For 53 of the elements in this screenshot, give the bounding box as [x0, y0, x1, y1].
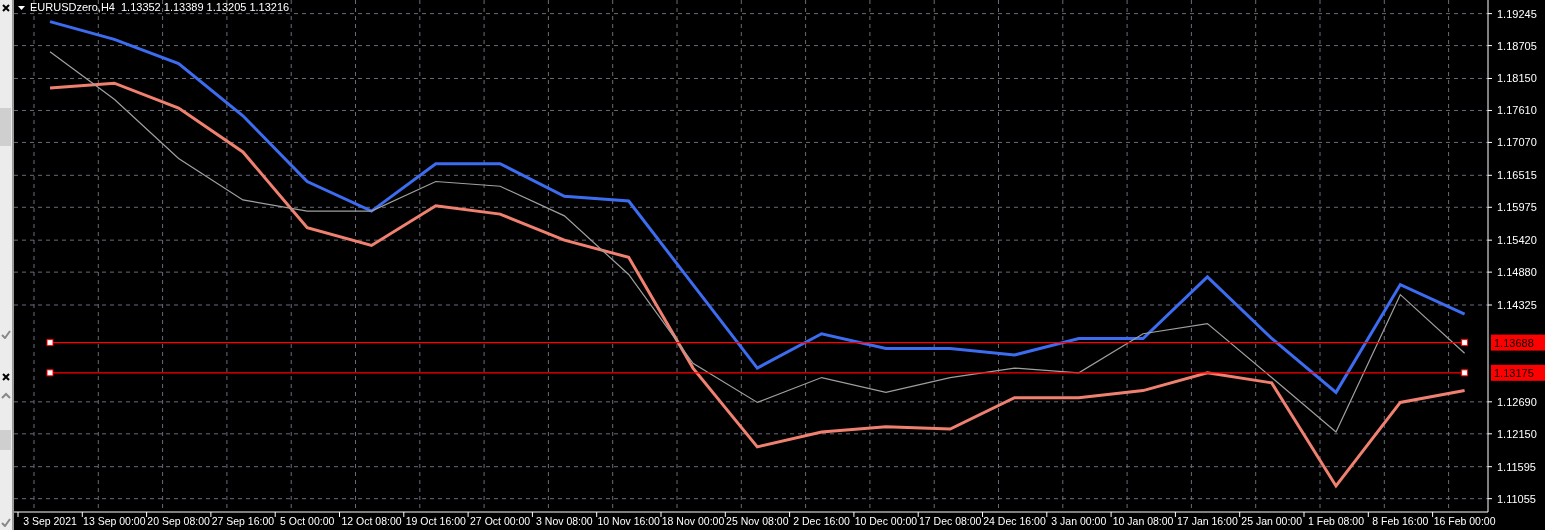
axis-label: 3 Nov 08:00 — [536, 515, 593, 527]
caret-up-icon[interactable] — [1, 392, 11, 399]
axis-label: 13 Sep 00:00 — [83, 515, 146, 527]
axis-label: 1.18150 — [1497, 72, 1537, 85]
axis-label: 25 Jan 00:00 — [1241, 515, 1303, 527]
axis-label: 1.14880 — [1497, 266, 1537, 279]
axis-label: 1.12690 — [1497, 395, 1537, 408]
axis-label: 27 Oct 00:00 — [470, 515, 531, 527]
axis-label: 1 Feb 08:00 — [1308, 515, 1364, 527]
axis-label: 19 Oct 16:00 — [405, 515, 466, 527]
axis-label: 5 Oct 00:00 — [280, 515, 335, 527]
line-handle[interactable] — [1461, 339, 1469, 347]
close-icon[interactable] — [1, 3, 11, 13]
price-tag: 1.13175 — [1491, 364, 1545, 381]
axis-label: 1.19245 — [1497, 7, 1537, 20]
axis-label: 1.11595 — [1497, 460, 1536, 473]
axis-label: 10 Jan 08:00 — [1112, 515, 1174, 527]
line-handle[interactable] — [46, 339, 54, 347]
axis-label: 1.15975 — [1497, 201, 1537, 214]
axis-label: 1.14325 — [1497, 299, 1537, 311]
axis-label: 16 Feb 00:00 — [1433, 515, 1496, 527]
axis-label: 2 Dec 16:00 — [793, 515, 850, 527]
axis-label: 25 Nov 08:00 — [726, 515, 789, 527]
axis-label: 1.18705 — [1497, 39, 1537, 52]
chart-title: EURUSDzero,H4 — [30, 1, 115, 13]
axis-label: 20 Sep 08:00 — [147, 515, 210, 527]
line-handle[interactable] — [46, 369, 54, 377]
check-icon[interactable] — [1, 330, 11, 339]
axis-label: 1.12150 — [1497, 427, 1537, 440]
axis-label: 3 Jan 00:00 — [1051, 515, 1107, 527]
price-tag: 1.13688 — [1491, 334, 1545, 351]
price-reading: 1.13352 1.13389 1.13205 1.13216 — [120, 1, 290, 13]
scroll-thumb[interactable] — [0, 108, 11, 146]
axis-label: 1.17070 — [1497, 136, 1537, 149]
close-icon[interactable] — [1, 372, 11, 382]
axis-label: 24 Dec 16:00 — [983, 515, 1046, 527]
line-handle[interactable] — [1461, 369, 1469, 377]
axis-label: 1.15420 — [1497, 234, 1537, 247]
axis-label: 1.11055 — [1497, 492, 1536, 505]
scroll-thumb[interactable] — [0, 430, 11, 450]
check-icon[interactable] — [1, 518, 11, 527]
axis-label: 8 Feb 16:00 — [1372, 515, 1429, 527]
axis-label: 10 Dec 00:00 — [854, 515, 918, 527]
axis-label: 27 Sep 16:00 — [211, 515, 275, 527]
dropdown-icon[interactable] — [18, 6, 25, 10]
axis-label: 1.17610 — [1497, 104, 1537, 117]
axis-label: 17 Jan 16:00 — [1177, 515, 1238, 527]
axis-label: 17 Dec 08:00 — [918, 515, 982, 527]
axis-label: 1.16515 — [1497, 169, 1537, 182]
axis-label: 3 Sep 2021 — [23, 515, 77, 527]
axis-label: 10 Nov 16:00 — [597, 515, 660, 527]
axis-label: 18 Nov 00:00 — [661, 515, 725, 527]
axis-label: 12 Oct 08:00 — [341, 515, 402, 527]
